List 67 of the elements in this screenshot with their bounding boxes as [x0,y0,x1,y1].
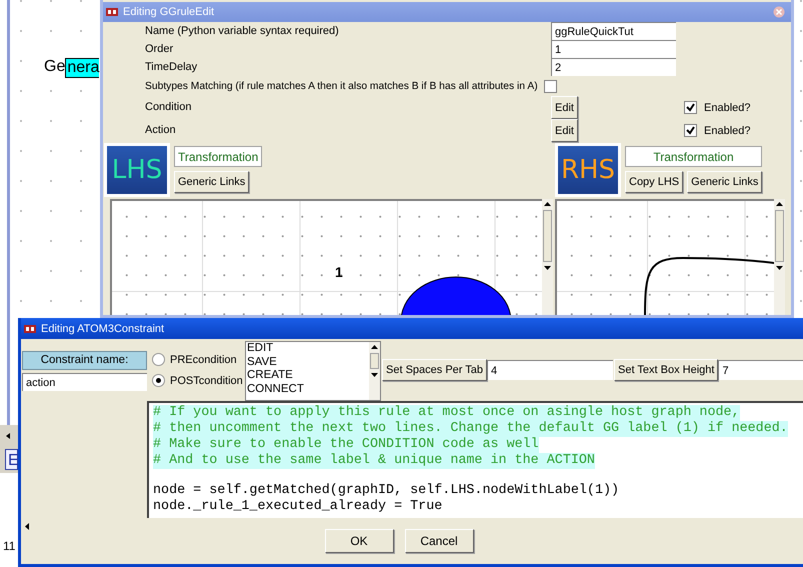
button[interactable]: Generic Links [174,171,250,193]
input-field[interactable]: 4 [487,360,614,380]
field-label: Subtypes Matching (if rule matches A then it also matches B if B has all attributes in A) [144,80,538,92]
scrollbar[interactable] [369,342,380,400]
checkbox[interactable] [684,101,697,114]
scrollbar[interactable] [774,199,785,315]
node-label: Ge [44,58,66,77]
checkbox-label: Enabled? [704,102,750,114]
field-label: Order [144,43,174,55]
code-editor[interactable] [147,401,803,518]
checkbox-label: Enabled? [704,124,750,136]
down-arrow-icon [775,264,784,272]
code-line: node = self.getMatched(graphID, self.LHS.nodeWithLabel(1)) [153,483,620,499]
radio-button[interactable] [152,353,165,366]
radio-label: PREcondition [170,354,237,366]
down-arrow-icon [370,371,379,379]
window-title: Editing ATOM3Constraint [41,322,166,334]
logo: RHS [555,143,621,197]
up-arrow-icon [370,343,379,351]
up-arrow-icon [775,200,784,208]
dialog-button[interactable]: Cancel [404,529,474,553]
edit-button[interactable]: Edit [551,119,578,142]
field-label: Name (Python variable syntax required) [144,25,340,37]
setting-button[interactable]: Set Spaces Per Tab [382,359,488,381]
input-field[interactable]: action [22,373,147,391]
edit-button[interactable]: Edit [551,96,578,119]
field-label: Condition [144,100,192,115]
app-icon [106,7,118,17]
input-field[interactable]: 7 [718,360,803,380]
code-comment: # And to use the same label & unique name in the ACTION [153,453,595,469]
input-field[interactable]: 2 [551,58,676,76]
name-field[interactable]: Transformation [174,146,262,167]
down-arrow-icon [543,264,552,272]
name-field[interactable]: Transformation [625,146,762,167]
up-arrow-icon [543,200,552,208]
input-field[interactable]: ggRuleQuickTut [551,22,676,40]
node-number: 1 [335,264,343,280]
check-icon [686,103,695,112]
list-item[interactable]: CONNECT [247,382,369,396]
radio-label: POSTcondition [170,374,243,386]
code-comment: # If you want to apply this rule at most once on asingle host graph node, [153,405,740,421]
field-label: TimeDelay [144,61,198,73]
left-arrow-icon [23,522,32,531]
list-item[interactable]: EDIT [247,342,369,356]
logo: LHS [104,143,170,197]
input-field[interactable]: 1 [551,40,676,58]
close-icon [773,6,785,18]
checkbox[interactable] [684,124,697,137]
checkbox[interactable] [544,80,557,92]
window-title: Editing GGruleEdit [123,6,216,18]
button[interactable]: Copy LHS [625,171,684,193]
code-comment: # then uncomment the next two lines. Change the default GG label (1) if needed. [153,421,788,437]
list-item[interactable]: CREATE [247,369,369,382]
code-line: node._rule_1_executed_already = True [153,499,444,515]
check-icon [686,126,695,135]
app-icon [24,324,36,334]
list-item[interactable]: SAVE [247,356,369,369]
code-comment: # Make sure to enable the CONDITION code as well [153,437,539,453]
field-label: Action [144,123,177,138]
dialog-button[interactable]: OK [324,529,394,553]
setting-button[interactable]: Set Text Box Height [614,359,718,381]
line-number: 11 [3,539,16,553]
radio-button[interactable] [152,374,165,387]
field-label: Constraint name: [22,351,147,370]
button[interactable]: Generic Links [687,171,762,193]
left-arrow-icon [4,432,13,440]
scrollbar[interactable] [542,199,553,315]
